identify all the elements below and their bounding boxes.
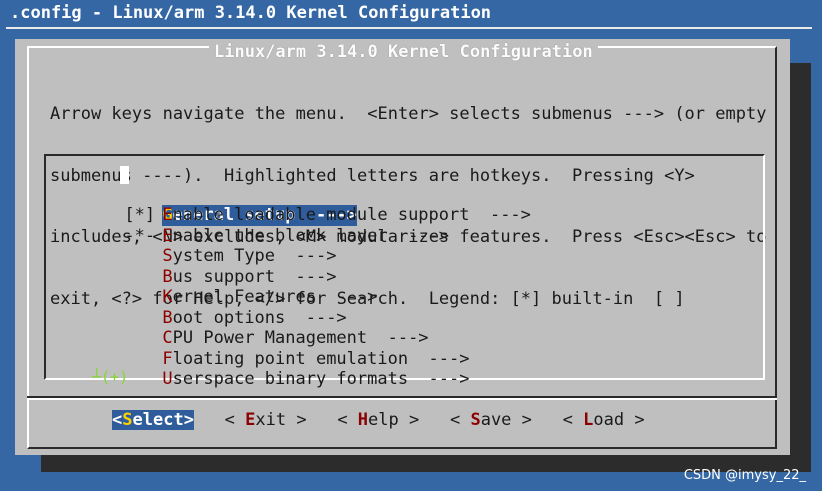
menu-item-floating-point-emulation[interactable]: Floating point emulation ---> [63, 328, 531, 369]
button-label: xit [255, 410, 287, 430]
button-label: elp [368, 410, 399, 430]
button-label: elect [132, 410, 184, 430]
menu-item-cpu-power-management[interactable]: CPU Power Management ---> [63, 308, 531, 348]
button-bracket: > [183, 410, 194, 430]
button-bracket: < [449, 410, 471, 430]
menu-item-block-layer[interactable]: -*- Enable the block layer ---> [63, 205, 531, 246]
menu-item-text: serspace binary formats ---> [172, 369, 470, 389]
menu-list: General setup ---> [*] Enable loadable mo… [63, 164, 531, 389]
menu-item-label: Userspace binary formats ---> [162, 369, 469, 390]
button-bracket: < [112, 410, 123, 430]
hotkey-letter: E [245, 410, 256, 430]
button-label: ave [480, 410, 512, 430]
button-bracket: > [286, 410, 307, 430]
button-bracket: < [337, 410, 358, 430]
watermark: CSDN @imysy_22_ [683, 468, 806, 483]
menu-item-loadable-module-support[interactable]: [*] Enable loadable module support ---> [63, 185, 530, 225]
button-bracket: > [398, 410, 420, 430]
hotkey-letter: S [470, 410, 481, 430]
cursor-block [120, 166, 129, 184]
hotkey-letter: L [583, 410, 594, 430]
exit-button[interactable]: < Exit > [225, 410, 307, 430]
button-bar: <Select> < Exit > < Help > < Save > < Lo… [112, 409, 645, 431]
menu-item-general-setup[interactable]: General setup ---> [63, 164, 531, 226]
save-button[interactable]: < Save > [450, 410, 532, 430]
config-dialog: Linux/arm 3.14.0 Kernel Configuration Ar… [15, 39, 790, 455]
scroll-more-indicator: ┴(+) [92, 368, 129, 386]
menu-item-bus-support[interactable]: Bus support ---> [63, 246, 531, 287]
hotkey-letter: S [122, 410, 133, 430]
button-bracket: > [511, 410, 532, 430]
load-button[interactable]: < Load > [563, 410, 645, 430]
button-bracket: < [562, 410, 584, 430]
button-label: oad [593, 410, 625, 430]
button-bracket: < [224, 410, 246, 430]
button-separator [27, 396, 777, 400]
hotkey-letter: H [357, 410, 369, 430]
title-rule [6, 27, 812, 29]
select-button[interactable]: <Select> [112, 410, 194, 430]
menu-item-kernel-features[interactable]: Kernel Features ---> [63, 267, 531, 307]
menu-item-boot-options[interactable]: Boot options ---> [63, 287, 531, 328]
dialog-title: Linux/arm 3.14.0 Kernel Configuration [209, 41, 598, 63]
help-button[interactable]: < Help > [337, 410, 419, 430]
menu-item-system-type[interactable]: System Type ---> [63, 226, 531, 266]
button-bracket: > [624, 410, 645, 430]
menu-item-userspace-binary-formats[interactable]: Userspace binary formats ---> [63, 349, 531, 389]
hotkey-letter: U [162, 369, 173, 389]
help-line: Arrow keys navigate the menu. <Enter> se… [50, 104, 767, 124]
window-title: .config - Linux/arm 3.14.0 Kernel Config… [10, 3, 492, 23]
